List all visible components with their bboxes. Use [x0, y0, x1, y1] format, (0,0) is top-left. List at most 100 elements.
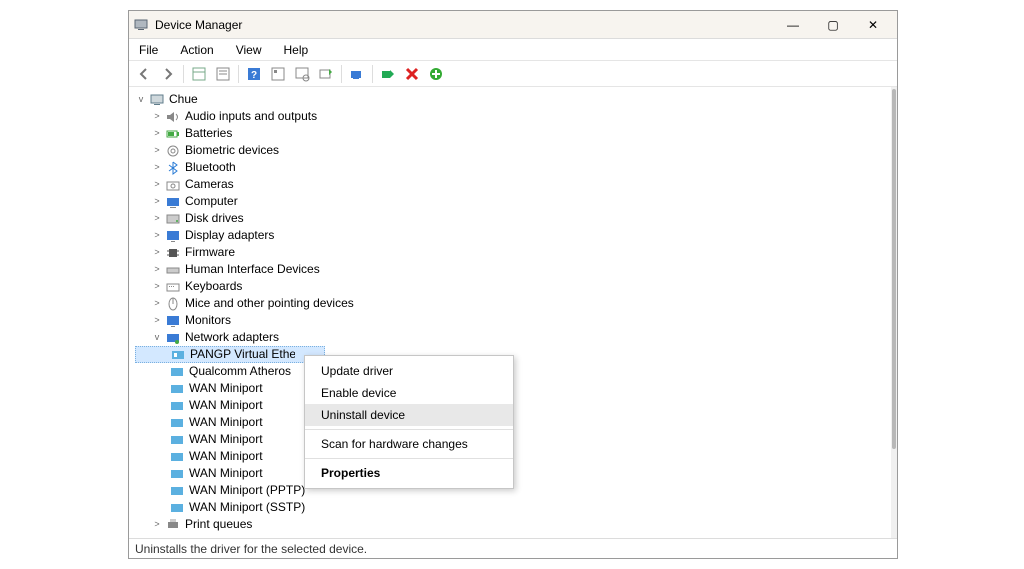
nic-icon	[169, 398, 185, 414]
ctx-properties[interactable]: Properties	[305, 462, 513, 484]
category-label: Keyboards	[185, 278, 242, 295]
category-keyboards[interactable]: > Keyboards	[135, 278, 889, 295]
show-hide-tree-button[interactable]	[188, 63, 210, 85]
nic-icon	[169, 466, 185, 482]
scrollbar[interactable]	[891, 87, 897, 538]
back-button[interactable]	[133, 63, 155, 85]
chevron-right-icon[interactable]: >	[151, 516, 163, 533]
category-mice[interactable]: > Mice and other pointing devices	[135, 295, 889, 312]
category-computer[interactable]: > Computer	[135, 193, 889, 210]
adapter-label: WAN Miniport	[189, 380, 263, 397]
category-label: Print queues	[185, 516, 252, 533]
keyboard-icon	[165, 279, 181, 295]
category-label: Firmware	[185, 244, 235, 261]
root-node[interactable]: v Chue	[135, 91, 889, 108]
statusbar: Uninstalls the driver for the selected d…	[129, 538, 897, 558]
adapter-pangp[interactable]: PANGP Virtual Ethernet Adapter	[135, 346, 325, 363]
chevron-right-icon[interactable]: >	[151, 244, 163, 261]
category-monitors[interactable]: > Monitors	[135, 312, 889, 329]
category-label: Biometric devices	[185, 142, 279, 159]
camera-icon	[165, 177, 181, 193]
category-printers[interactable]: > Print queues	[135, 516, 889, 533]
adapter-label: WAN Miniport (PPTP)	[189, 482, 305, 499]
uninstall-device-button[interactable]	[401, 63, 423, 85]
adapter-label: WAN Miniport	[189, 465, 263, 482]
nic-icon	[169, 415, 185, 431]
category-disk[interactable]: > Disk drives	[135, 210, 889, 227]
close-button[interactable]	[853, 12, 893, 38]
adapter-label: WAN Miniport	[189, 448, 263, 465]
app-icon	[133, 17, 149, 33]
chevron-down-icon[interactable]: v	[135, 91, 147, 108]
category-label: Cameras	[185, 176, 234, 193]
chevron-right-icon[interactable]: >	[151, 261, 163, 278]
category-network[interactable]: v Network adapters	[135, 329, 889, 346]
display-icon	[165, 228, 181, 244]
category-label: Human Interface Devices	[185, 261, 320, 278]
update-driver-button[interactable]	[315, 63, 337, 85]
toolbar: ?	[129, 61, 897, 87]
add-legacy-hardware-button[interactable]	[425, 63, 447, 85]
category-label: Display adapters	[185, 227, 274, 244]
ctx-uninstall-device[interactable]: Uninstall device	[305, 404, 513, 426]
nic-icon	[169, 364, 185, 380]
nic-icon	[170, 347, 186, 363]
category-hid[interactable]: > Human Interface Devices	[135, 261, 889, 278]
scan-hardware-button[interactable]	[291, 63, 313, 85]
ctx-scan-hardware[interactable]: Scan for hardware changes	[305, 433, 513, 455]
properties-button[interactable]	[212, 63, 234, 85]
scrollbar-thumb[interactable]	[892, 89, 896, 449]
adapter-wan-sstp[interactable]: WAN Miniport (SSTP)	[135, 499, 889, 516]
menu-action[interactable]: Action	[176, 41, 217, 59]
disk-icon	[165, 211, 181, 227]
disable-device-button[interactable]	[377, 63, 399, 85]
chevron-right-icon[interactable]: >	[151, 227, 163, 244]
chevron-right-icon[interactable]: >	[151, 159, 163, 176]
titlebar: Device Manager	[129, 11, 897, 39]
network-icon	[165, 330, 181, 346]
action-properties-button[interactable]	[267, 63, 289, 85]
menu-view[interactable]: View	[232, 41, 266, 59]
window-buttons	[773, 12, 893, 38]
category-bluetooth[interactable]: > Bluetooth	[135, 159, 889, 176]
category-firmware[interactable]: > Firmware	[135, 244, 889, 261]
category-label: Bluetooth	[185, 159, 236, 176]
device-manager-window: Device Manager File Action View Help ?	[128, 10, 898, 559]
help-button[interactable]: ?	[243, 63, 265, 85]
bluetooth-icon	[165, 160, 181, 176]
separator	[305, 429, 513, 430]
chevron-down-icon[interactable]: v	[151, 329, 163, 346]
forward-button[interactable]	[157, 63, 179, 85]
chevron-right-icon[interactable]: >	[151, 295, 163, 312]
window-title: Device Manager	[155, 18, 773, 32]
chevron-right-icon[interactable]: >	[151, 278, 163, 295]
menu-file[interactable]: File	[135, 41, 162, 59]
enable-device-button[interactable]	[346, 63, 368, 85]
chevron-right-icon[interactable]: >	[151, 193, 163, 210]
mouse-icon	[165, 296, 181, 312]
ctx-enable-device[interactable]: Enable device	[305, 382, 513, 404]
category-display[interactable]: > Display adapters	[135, 227, 889, 244]
category-audio[interactable]: > Audio inputs and outputs	[135, 108, 889, 125]
category-batteries[interactable]: > Batteries	[135, 125, 889, 142]
separator	[305, 458, 513, 459]
chevron-right-icon[interactable]: >	[151, 125, 163, 142]
minimize-button[interactable]	[773, 12, 813, 38]
category-cameras[interactable]: > Cameras	[135, 176, 889, 193]
ctx-update-driver[interactable]: Update driver	[305, 360, 513, 382]
nic-icon	[169, 432, 185, 448]
adapter-label: WAN Miniport	[189, 431, 263, 448]
root-label: Chue	[169, 91, 198, 108]
computer-icon	[165, 194, 181, 210]
adapter-label: Qualcomm Atheros	[189, 363, 291, 380]
chevron-right-icon[interactable]: >	[151, 176, 163, 193]
nic-icon	[169, 381, 185, 397]
chevron-right-icon[interactable]: >	[151, 210, 163, 227]
nic-icon	[169, 449, 185, 465]
maximize-button[interactable]	[813, 12, 853, 38]
chevron-right-icon[interactable]: >	[151, 108, 163, 125]
chevron-right-icon[interactable]: >	[151, 312, 163, 329]
menu-help[interactable]: Help	[280, 41, 313, 59]
chevron-right-icon[interactable]: >	[151, 142, 163, 159]
category-biometric[interactable]: > Biometric devices	[135, 142, 889, 159]
